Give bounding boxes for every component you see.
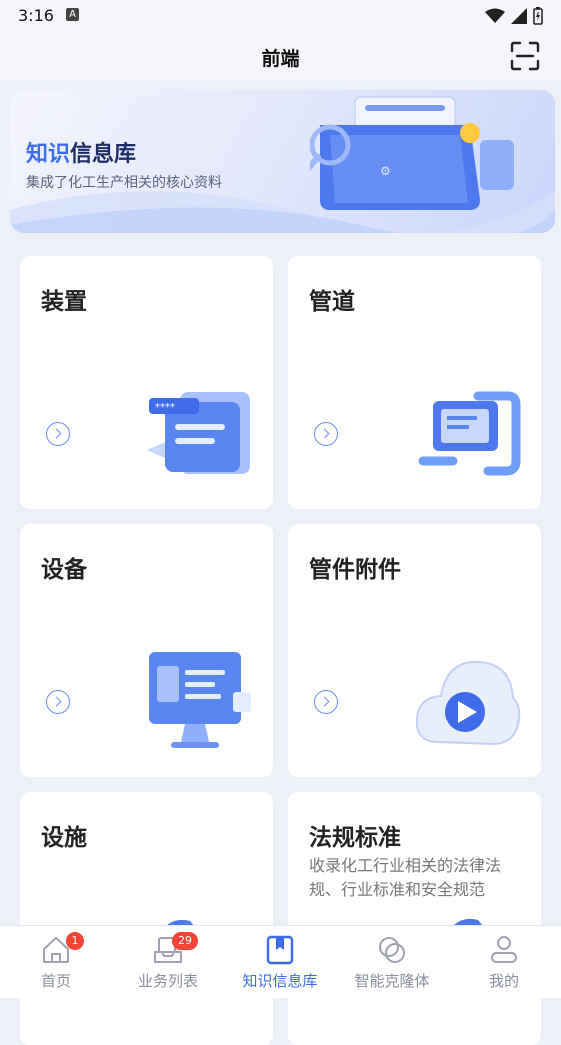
tab-smart-clone[interactable]: 智能克隆体 [336,926,448,998]
pipe-illustration [418,391,521,476]
svg-text:****: **** [155,402,175,413]
tab-label: 智能克隆体 [354,972,430,990]
tab-knowledge-base[interactable]: 知识信息库 [224,926,336,998]
document-illustration: **** [147,392,250,474]
book-icon [266,935,294,965]
tab-home[interactable]: 1 首页 [0,926,112,998]
status-icons [485,6,543,26]
arrow-right-icon[interactable] [46,690,70,714]
scan-icon[interactable] [509,40,541,72]
card-description: 收录化工行业相关的法律法规、行业标准和安全规范 [309,856,502,899]
banner-subtitle: 集成了化工生产相关的核心资料 [26,175,222,191]
card-pipe[interactable]: 管道 [288,256,541,509]
card-title: 法规标准 [309,825,401,851]
status-time: 3:16 [18,6,54,25]
card-title: 管件附件 [309,557,401,583]
card-title: 装置 [41,289,87,315]
notification-badge: 29 [172,932,198,950]
clone-icon [379,937,405,963]
signal-icon [511,8,527,24]
monitor-illustration [149,652,251,748]
folder-illustration: ⚙ [310,96,514,210]
card-regulations[interactable]: 法规标准 收录化工行业相关的法律法规、行业标准和安全规范 [288,792,541,1045]
wifi-icon [485,8,505,23]
notification-icon: A [66,8,79,21]
tab-label: 业务列表 [137,972,198,990]
card-title: 设施 [41,825,87,851]
notification-badge: 1 [66,932,84,950]
bottom-tab-bar: 1 首页 29 业务列表 知识信息库 智能克隆体 我的 [0,925,561,998]
card-fittings[interactable]: 管件附件 [288,524,541,777]
tab-business-list[interactable]: 29 业务列表 [112,926,224,998]
app-header: 前端 [0,32,561,80]
arrow-right-icon[interactable] [314,690,338,714]
card-equipment[interactable]: 设备 [20,524,273,777]
banner-title: 知识信息库 [26,142,137,167]
status-bar: 3:16 A [0,0,561,32]
tab-label: 首页 [40,972,71,990]
knowledge-banner[interactable]: 知识信息库 集成了化工生产相关的核心资料 ⚙ [10,90,555,233]
page-title: 前端 [261,48,300,70]
tab-profile[interactable]: 我的 [448,926,560,998]
card-device[interactable]: 装置 **** [20,256,273,509]
arrow-right-icon[interactable] [46,422,70,446]
svg-text:⚙: ⚙ [380,164,391,178]
card-facility[interactable]: 设施 [20,792,273,1045]
arrow-right-icon[interactable] [314,422,338,446]
battery-icon [533,7,543,25]
card-title: 管道 [309,289,355,315]
tab-label: 知识信息库 [242,972,318,990]
tab-label: 我的 [488,972,519,990]
user-icon [491,936,517,963]
card-title: 设备 [41,557,87,583]
cloud-play-illustration [415,660,521,746]
